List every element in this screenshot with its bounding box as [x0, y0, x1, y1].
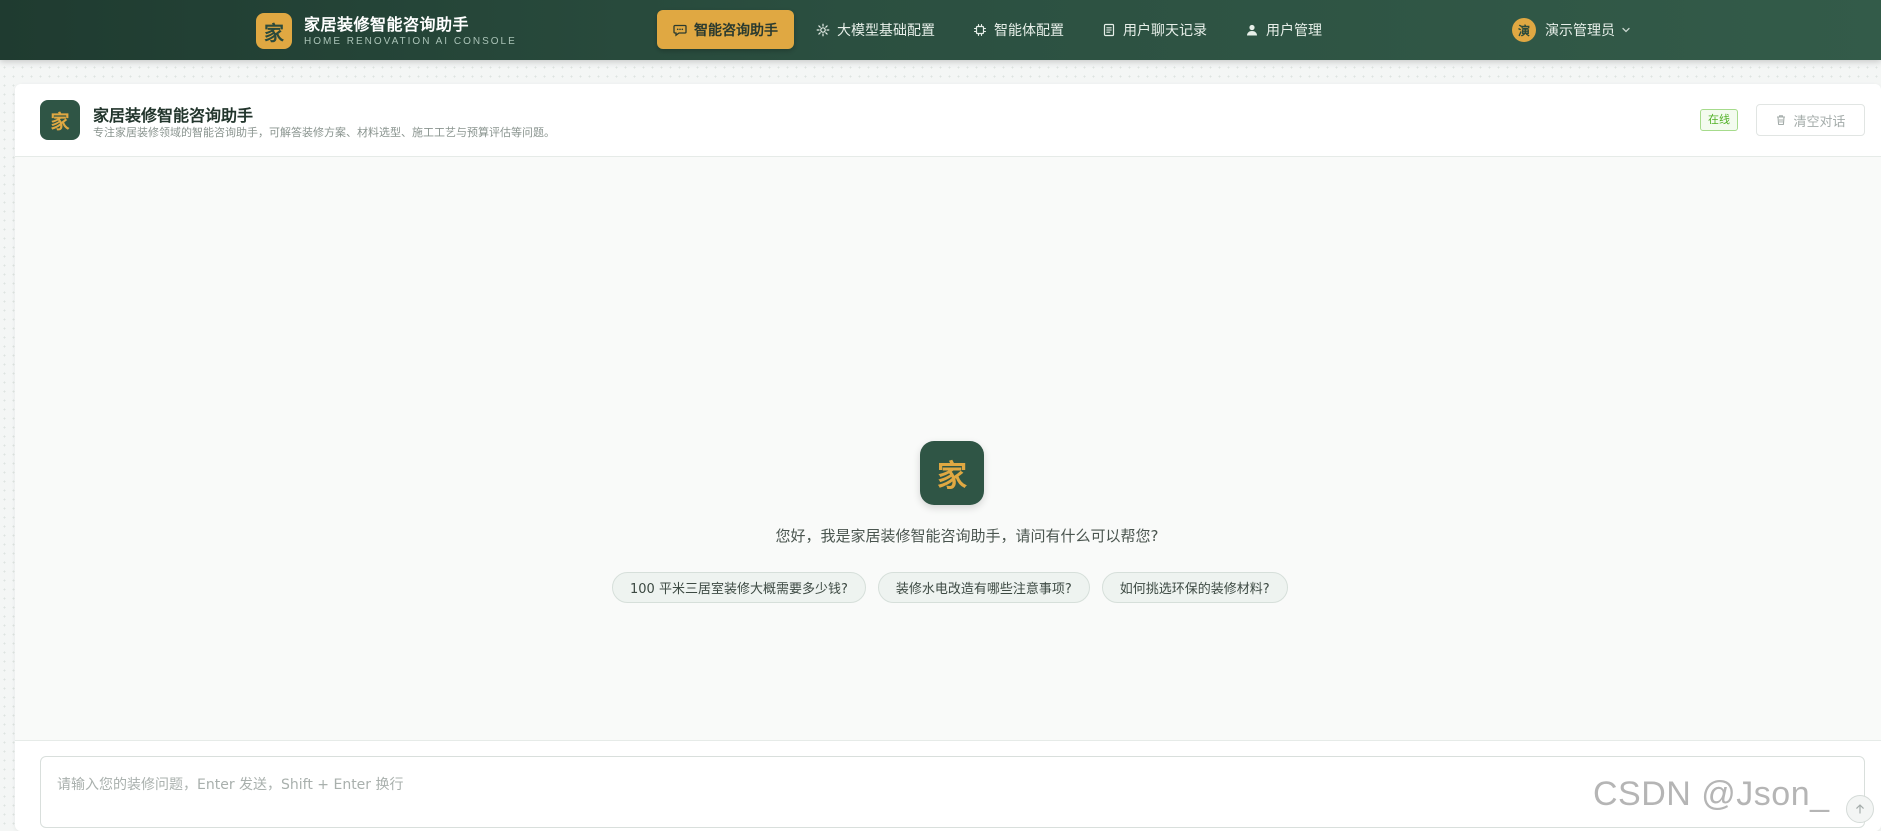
- brand[interactable]: 家 家居装修智能咨询助手 HOME RENOVATION AI CONSOLE: [256, 13, 517, 49]
- nav-item-label: 用户管理: [1266, 22, 1322, 39]
- nav-item-consult-assistant[interactable]: 智能咨询助手: [657, 10, 794, 49]
- message-input-box: [40, 756, 1874, 828]
- nav-item-chat-records[interactable]: 用户聊天记录: [1086, 10, 1223, 49]
- chat-card: 家 家居装修智能咨询助手 专注家居装修领域的智能咨询助手，可解答装修方案、材料选…: [15, 84, 1881, 831]
- nav-item-label: 用户聊天记录: [1123, 22, 1207, 39]
- gear-icon: [816, 23, 830, 37]
- status-badge: 在线: [1700, 109, 1738, 131]
- chat-area: 家 您好，我是家居装修智能咨询助手，请问有什么可以帮您? 100 平米三居室装修…: [15, 157, 1881, 740]
- brand-title: 家居装修智能咨询助手: [304, 14, 470, 34]
- top-navbar: 家 家居装修智能咨询助手 HOME RENOVATION AI CONSOLE …: [0, 0, 1881, 60]
- arrow-up-icon: [1854, 800, 1866, 819]
- assistant-description: 专注家居装修领域的智能咨询助手，可解答装修方案、材料选型、施工工艺与预算评估等问…: [93, 126, 555, 139]
- trash-icon: [1775, 114, 1787, 126]
- welcome-logo: 家: [920, 441, 984, 505]
- clear-chat-button[interactable]: 清空对话: [1756, 104, 1865, 136]
- assistant-header: 家 家居装修智能咨询助手 专注家居装修领域的智能咨询助手，可解答装修方案、材料选…: [15, 84, 1881, 157]
- main-nav: 智能咨询助手 大模型基础配置 智能体配置 用户聊天记录 用户管理: [657, 10, 1344, 49]
- clear-chat-label: 清空对话: [1793, 113, 1846, 129]
- nav-item-user-management[interactable]: 用户管理: [1229, 10, 1338, 49]
- suggestion-chip[interactable]: 100 平米三居室装修大概需要多少钱?: [612, 572, 866, 603]
- suggestion-chip[interactable]: 装修水电改造有哪些注意事项?: [877, 572, 1090, 603]
- chat-bubble-icon: [673, 23, 687, 37]
- user-menu[interactable]: 演 演示管理员: [1512, 18, 1631, 42]
- user-icon: [1245, 23, 1259, 37]
- message-input[interactable]: [41, 757, 1864, 827]
- nav-item-label: 智能体配置: [994, 22, 1064, 39]
- brand-logo: 家: [256, 13, 292, 49]
- chip-icon: [973, 23, 987, 37]
- assistant-title: 家居装修智能咨询助手: [93, 106, 254, 125]
- welcome-greeting: 您好，我是家居装修智能咨询助手，请问有什么可以帮您?: [775, 527, 1159, 545]
- avatar: 演: [1512, 18, 1536, 42]
- document-icon: [1102, 23, 1116, 37]
- suggestion-list: 100 平米三居室装修大概需要多少钱? 装修水电改造有哪些注意事项? 如何挑选环…: [612, 572, 1300, 603]
- input-area: [15, 740, 1881, 831]
- nav-item-agent-config[interactable]: 智能体配置: [957, 10, 1080, 49]
- nav-item-label: 智能咨询助手: [694, 22, 778, 39]
- send-button[interactable]: [1846, 795, 1874, 823]
- user-name: 演示管理员: [1545, 23, 1615, 39]
- assistant-logo: 家: [40, 100, 80, 140]
- nav-item-label: 大模型基础配置: [837, 22, 935, 39]
- suggestion-chip[interactable]: 如何挑选环保的装修材料?: [1101, 572, 1288, 603]
- nav-item-model-config[interactable]: 大模型基础配置: [800, 10, 951, 49]
- brand-subtitle: HOME RENOVATION AI CONSOLE: [304, 35, 517, 47]
- chevron-down-icon: [1621, 25, 1631, 35]
- brand-text: 家居装修智能咨询助手 HOME RENOVATION AI CONSOLE: [304, 15, 517, 48]
